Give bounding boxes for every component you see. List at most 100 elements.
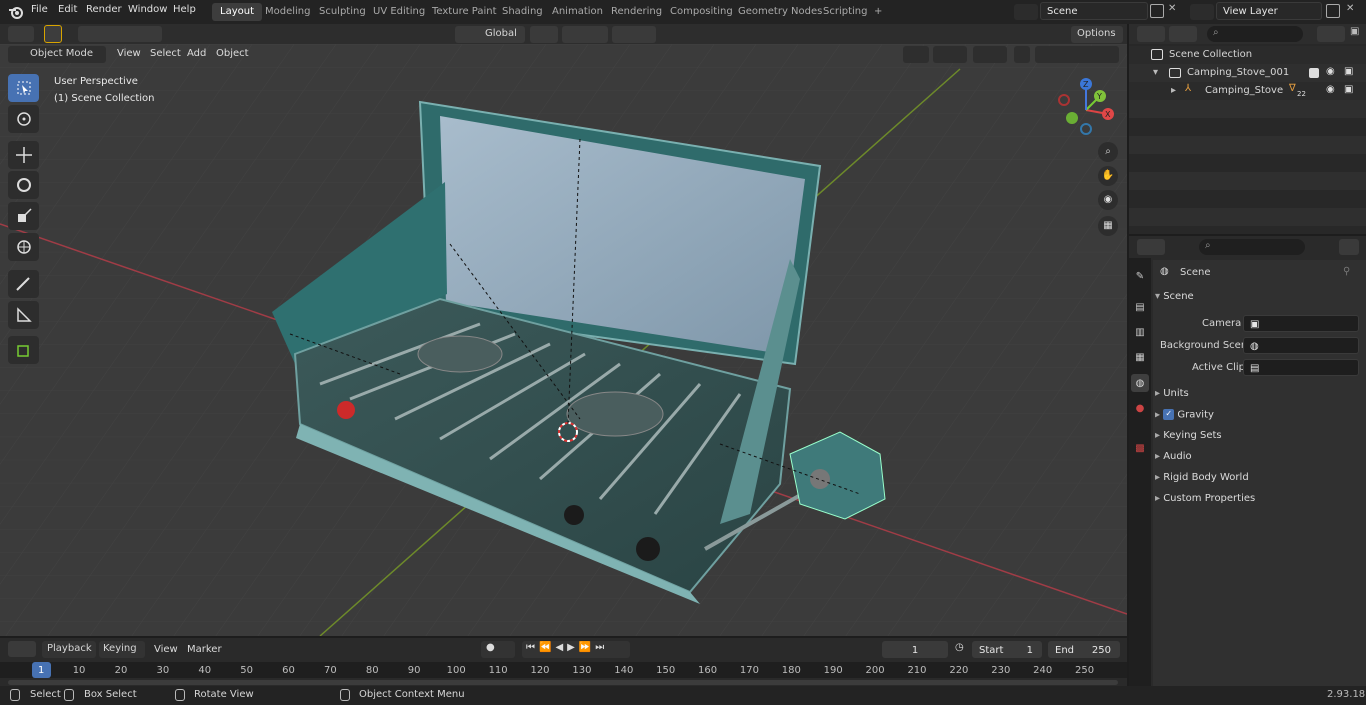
texture-tab-icon[interactable]: ▩	[1131, 439, 1149, 457]
menu-file[interactable]: File	[31, 4, 48, 15]
render-camera-icon[interactable]: ▣	[1344, 84, 1353, 95]
timeline-editor-type-icon[interactable]	[8, 641, 36, 657]
scene-name-field[interactable]: Scene	[1040, 2, 1148, 20]
end-frame-field[interactable]: End 250	[1048, 641, 1120, 658]
zoom-icon[interactable]: ⌕	[1098, 142, 1118, 162]
filter-icon[interactable]	[1317, 26, 1345, 42]
add-cube-tool-icon[interactable]	[8, 336, 39, 364]
custom-properties-panel[interactable]: ▸ Custom Properties	[1155, 491, 1361, 511]
properties-editor-type-icon[interactable]	[1137, 239, 1165, 255]
xray-icon[interactable]	[1014, 46, 1030, 63]
menu-edit[interactable]: Edit	[58, 4, 77, 15]
pan-hand-icon[interactable]: ✋	[1098, 166, 1118, 186]
menu-window[interactable]: Window	[128, 4, 167, 15]
timeline-scrollbar[interactable]	[8, 680, 1118, 685]
units-panel[interactable]: ▸ Units	[1155, 386, 1361, 406]
selection-mode-buttons[interactable]	[78, 26, 162, 42]
outliner-row[interactable]: Scene Collection	[1129, 46, 1366, 64]
pin-icon[interactable]: ⚲	[1343, 266, 1350, 277]
collapse-arrow-icon[interactable]: ▸	[1171, 85, 1176, 96]
world-tab-icon[interactable]: ●	[1131, 399, 1149, 417]
gravity-checkbox[interactable]: ✓	[1163, 409, 1175, 420]
overlay-toggle-icon[interactable]	[973, 46, 1007, 63]
output-tab-icon[interactable]: ▥	[1131, 323, 1149, 341]
record-icon[interactable]: ●	[481, 641, 515, 658]
scene-tab-icon[interactable]: ◍	[1131, 374, 1149, 392]
delete-view-layer-icon[interactable]: ✕	[1346, 3, 1354, 14]
view-menu[interactable]: View	[117, 48, 141, 59]
new-scene-icon[interactable]	[1150, 4, 1164, 18]
tab-shading[interactable]: Shading	[494, 3, 551, 21]
add-workspace-icon[interactable]: +	[866, 3, 890, 21]
view-layer-tab-icon[interactable]: ▦	[1131, 348, 1149, 366]
camera-view-icon[interactable]: ◉	[1098, 190, 1118, 210]
measure-tool-icon[interactable]	[8, 301, 39, 329]
new-collection-icon[interactable]: ▣	[1350, 26, 1359, 37]
playback-controls[interactable]: ⏮⏪◀▶⏩⏭	[522, 641, 630, 658]
rigid-body-world-panel[interactable]: ▸ Rigid Body World	[1155, 470, 1361, 490]
properties-search-input[interactable]: ⌕	[1199, 239, 1305, 255]
tab-modeling[interactable]: Modeling	[257, 3, 319, 21]
menu-render[interactable]: Render	[86, 4, 122, 15]
perspective-toggle-icon[interactable]: ▦	[1098, 216, 1118, 236]
select-box-tool-icon[interactable]	[8, 74, 39, 102]
object-mode-dropdown[interactable]: Object Mode	[8, 46, 106, 63]
add-menu[interactable]: Add	[187, 48, 206, 59]
delete-scene-icon[interactable]: ✕	[1168, 3, 1176, 14]
exclude-checkbox[interactable]	[1309, 68, 1319, 78]
select-tool-icon[interactable]	[44, 25, 62, 43]
render-camera-icon[interactable]: ▣	[1344, 66, 1353, 77]
properties-options-icon[interactable]	[1339, 239, 1359, 255]
orientation-dropdown[interactable]: Global	[455, 26, 525, 43]
outliner-row[interactable]: ▸ ⅄ Camping_Stove ∇ 22 ◉ ▣	[1129, 82, 1366, 100]
active-clip-field[interactable]: ▤	[1243, 359, 1359, 376]
tab-layout[interactable]: Layout	[212, 3, 262, 21]
select-menu[interactable]: Select	[150, 48, 181, 59]
audio-panel[interactable]: ▸ Audio	[1155, 449, 1361, 469]
menu-help[interactable]: Help	[173, 4, 196, 15]
navigation-gizmo[interactable]: X Y Z	[1052, 74, 1122, 142]
object-menu[interactable]: Object	[216, 48, 249, 59]
tab-texture-paint[interactable]: Texture Paint	[424, 3, 505, 21]
shading-mode-buttons[interactable]	[1035, 46, 1119, 63]
display-mode-icon[interactable]	[1169, 26, 1197, 42]
start-frame-field[interactable]: Start 1	[972, 641, 1042, 658]
keying-sets-panel[interactable]: ▸ Keying Sets	[1155, 428, 1361, 448]
view-layer-field[interactable]: View Layer	[1216, 2, 1322, 20]
camera-field[interactable]: ▣	[1243, 315, 1359, 332]
eye-icon[interactable]: ◉	[1326, 84, 1335, 95]
viewport-3d[interactable]: X Y Z ⌕ ✋ ◉ ▦ User Perspective (1) Scene…	[0, 44, 1127, 636]
outliner-search-input[interactable]: ⌕	[1207, 26, 1303, 42]
editor-type-icon[interactable]	[8, 26, 34, 42]
gravity-panel[interactable]: ▸ ✓ Gravity	[1155, 407, 1361, 427]
options-dropdown[interactable]: Options	[1071, 26, 1123, 43]
blender-logo-icon[interactable]	[8, 4, 24, 20]
transform-tool-icon[interactable]	[8, 233, 39, 261]
background-scene-field[interactable]: ◍	[1243, 337, 1359, 354]
move-tool-icon[interactable]	[8, 141, 39, 169]
outliner-editor-type-icon[interactable]	[1137, 26, 1165, 42]
keying-dropdown[interactable]: Keying	[99, 641, 145, 658]
pivot-point-icon[interactable]	[530, 26, 558, 43]
playback-dropdown[interactable]: Playback	[42, 641, 96, 658]
render-tab-icon[interactable]: ▤	[1131, 298, 1149, 316]
scene-panel-header[interactable]: ▾ Scene	[1155, 291, 1361, 311]
proportional-edit-icon[interactable]	[612, 26, 656, 43]
expand-arrow-icon[interactable]: ▾	[1153, 67, 1158, 78]
rotate-tool-icon[interactable]	[8, 171, 39, 199]
cursor-tool-icon[interactable]	[8, 105, 39, 133]
tool-tab-icon[interactable]: ✎	[1131, 267, 1149, 285]
tab-uv-editing[interactable]: UV Editing	[365, 3, 433, 21]
current-frame-field[interactable]: 1	[882, 641, 948, 658]
scene-selector-icon[interactable]	[1014, 4, 1038, 20]
timeline-marker-menu[interactable]: Marker	[187, 644, 222, 655]
visibility-icon[interactable]	[903, 46, 929, 63]
snap-icon[interactable]	[562, 26, 608, 43]
eye-icon[interactable]: ◉	[1326, 66, 1335, 77]
view-layer-selector-icon[interactable]	[1190, 4, 1214, 20]
tab-animation[interactable]: Animation	[544, 3, 611, 21]
new-view-layer-icon[interactable]	[1326, 4, 1340, 18]
tab-rendering[interactable]: Rendering	[603, 3, 670, 21]
outliner-row[interactable]: ▾ Camping_Stove_001 ◉ ▣	[1129, 64, 1366, 82]
timeline-view-menu[interactable]: View	[154, 644, 178, 655]
